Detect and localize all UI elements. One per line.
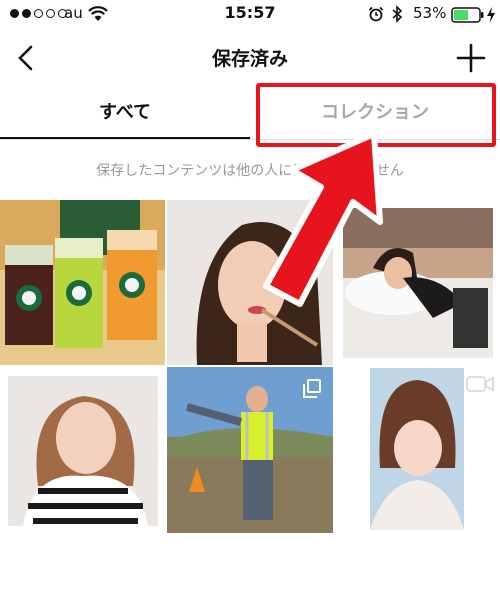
privacy-notice: 保存したコンテンツは他の人には表示されません [96,163,404,179]
alarm-icon [368,6,384,22]
video-icon [466,376,494,392]
status-bar: au 15:57 53% [0,0,500,30]
bluetooth-icon [392,5,403,23]
page-title: 保存済み [211,48,288,70]
plus-icon[interactable] [456,43,486,73]
arrow-icon [263,131,383,307]
saved-post-thumbnail[interactable] [370,368,464,530]
battery-percentage: 53% [413,4,447,22]
tab-all[interactable]: すべて [0,88,250,138]
saved-post-thumbnail[interactable] [0,200,165,365]
saved-post-thumbnail[interactable] [8,376,158,526]
multiple-photos-icon [303,379,321,398]
charging-icon [487,7,495,23]
battery-icon [451,7,484,23]
navigation-bar: 保存済み [0,30,500,84]
saved-post-thumbnail[interactable] [167,367,333,533]
